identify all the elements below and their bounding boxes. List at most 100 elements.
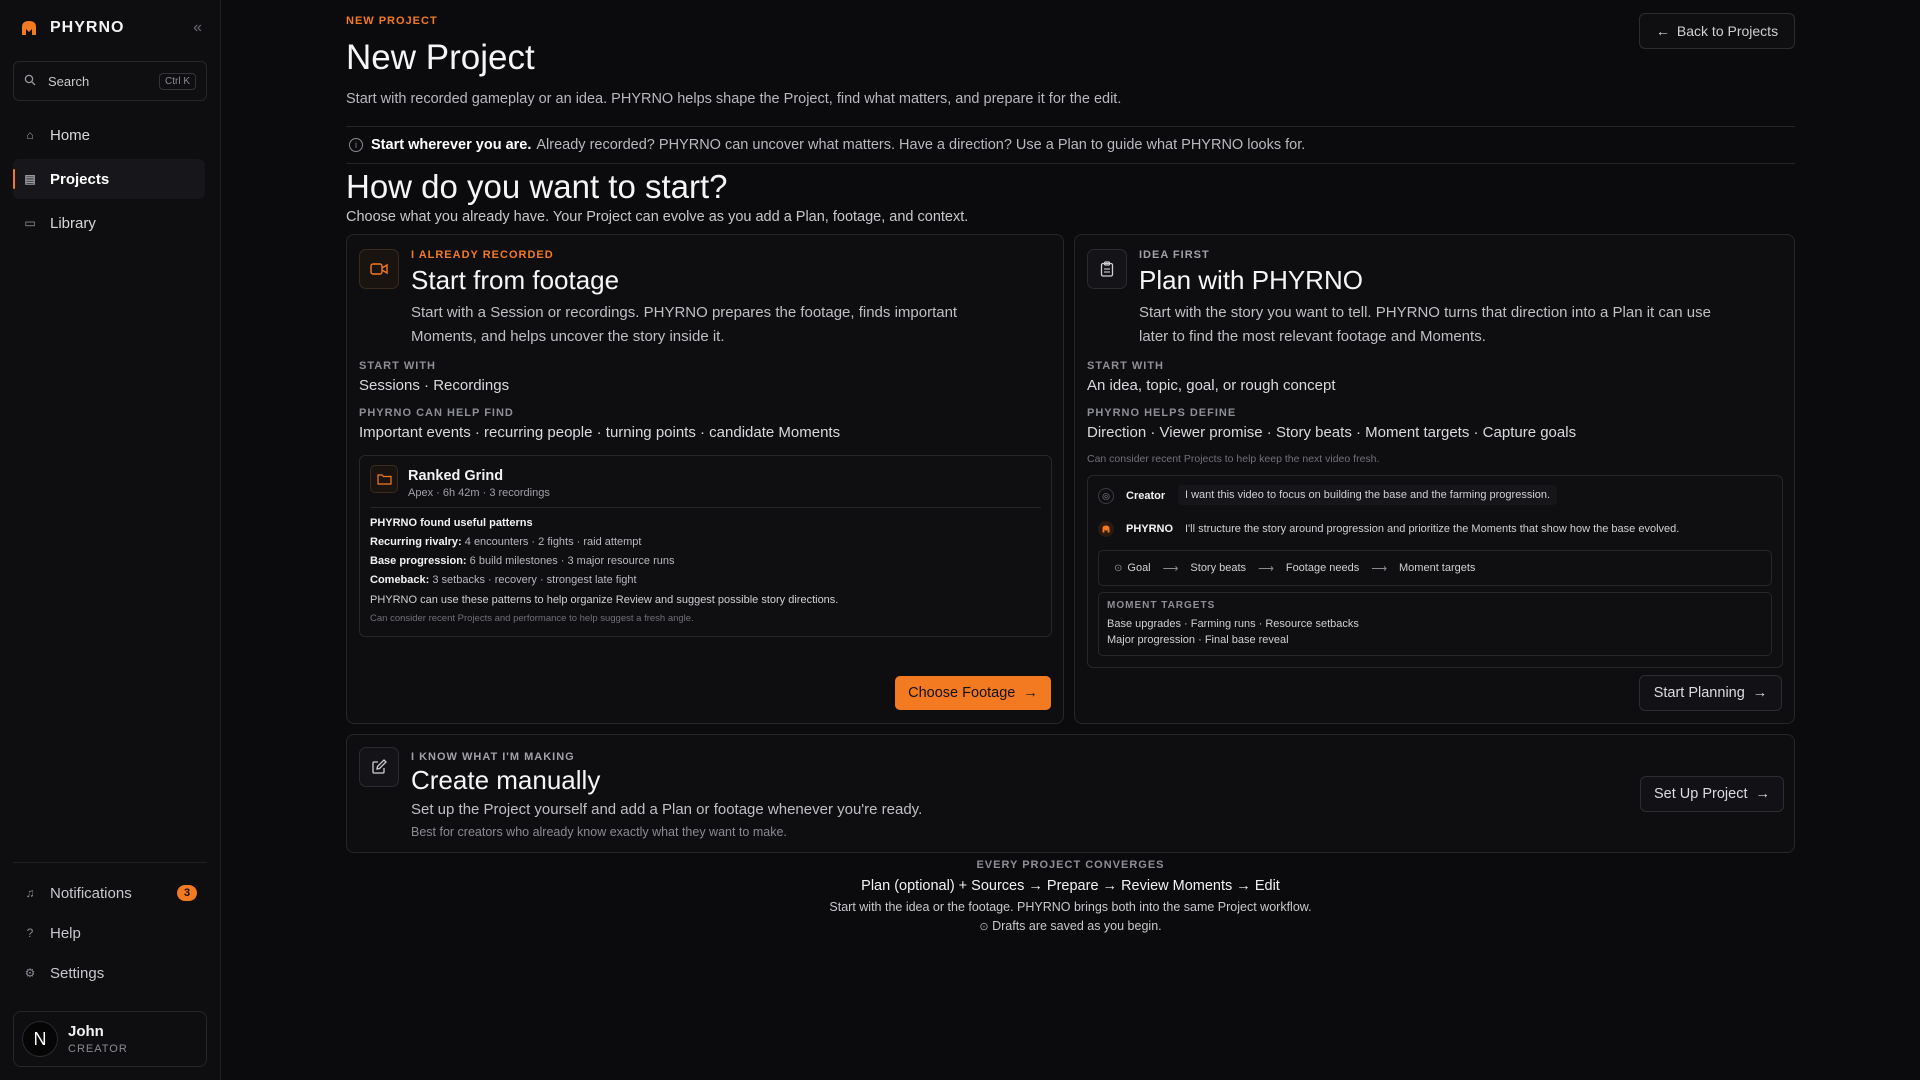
- start-planning-button[interactable]: Start Planning →: [1639, 675, 1782, 711]
- chat-speaker: PHYRNO: [1126, 523, 1174, 535]
- info-bar: i Start wherever you are. Already record…: [346, 126, 1795, 164]
- bell-icon: ♫: [25, 886, 35, 900]
- flow-step: Story beats: [1190, 562, 1247, 574]
- nav-item-label: Home: [50, 126, 91, 144]
- phyrno-logo-icon: [18, 17, 40, 39]
- arrow-right-icon: →: [1752, 685, 1768, 701]
- plan-desc-line1: Start with the story you want to tell. P…: [1139, 304, 1711, 321]
- arrow-right-icon: →: [1755, 786, 1771, 802]
- set-up-project-button[interactable]: Set Up Project →: [1640, 776, 1784, 812]
- patterns-title: PHYRNO found useful patterns: [370, 517, 533, 529]
- user-role: CREATOR: [68, 1043, 128, 1055]
- arrow-right-icon: →: [1023, 685, 1038, 701]
- patterns-note: PHYRNO can use these patterns to help or…: [370, 594, 839, 606]
- page-eyebrow: NEW PROJECT: [346, 15, 438, 27]
- search-icon: [24, 74, 38, 89]
- pattern-value: 6 build milestones · 3 major resource ru…: [469, 555, 675, 567]
- session-name: Ranked Grind: [408, 468, 504, 484]
- pattern-row: Comeback: 3 setbacks · recovery · strong…: [370, 574, 637, 586]
- chat-bubble: I want this video to focus on building t…: [1178, 485, 1558, 505]
- choose-footage-button[interactable]: Choose Footage →: [895, 676, 1051, 710]
- main-content: NEW PROJECT New Project Start with recor…: [221, 0, 1920, 1080]
- defines-label: PHYRNO HELPS DEFINE: [1087, 407, 1237, 419]
- manual-eyebrow: I KNOW WHAT I'M MAKING: [411, 751, 575, 763]
- section-title: How do you want to start?: [346, 168, 728, 205]
- phyrno-avatar-icon: [1098, 521, 1114, 537]
- nav-item-library[interactable]: ▭ Library: [13, 203, 205, 243]
- notifications-badge: 3: [177, 885, 197, 901]
- nav-item-home[interactable]: ⌂ Home: [13, 115, 205, 155]
- manual-desc: Set up the Project yourself and add a Pl…: [411, 801, 923, 818]
- brand-name: PHYRNO: [50, 19, 125, 36]
- moment-targets: MOMENT TARGETS Base upgrades · Farming r…: [1098, 592, 1772, 656]
- help-label: Help: [50, 924, 81, 942]
- footage-title: Start from footage: [411, 265, 620, 295]
- info-icon: i: [349, 138, 363, 152]
- nav-item-help[interactable]: ? Help: [13, 913, 207, 953]
- back-label: Back to Projects: [1676, 23, 1779, 39]
- library-icon: ▭: [24, 216, 36, 230]
- drafts-saved: ⊙ Drafts are saved as you begin.: [346, 919, 1795, 933]
- session-meta: Apex · 6h 42m · 3 recordings: [408, 487, 550, 499]
- start-with-label: START WITH: [359, 360, 437, 372]
- defines-value: Direction · Viewer promise · Story beats…: [1087, 424, 1577, 441]
- search-box[interactable]: Search Ctrl K: [13, 61, 207, 101]
- flow-arrow-icon: ⟶: [1371, 562, 1388, 575]
- video-camera-icon: [359, 249, 399, 289]
- plan-start-with-value: An idea, topic, goal, or rough concept: [1087, 377, 1336, 394]
- targets-label: MOMENT TARGETS: [1107, 600, 1216, 611]
- user-info: John CREATOR: [68, 1023, 128, 1055]
- pattern-row: Base progression: 6 build milestones · 3…: [370, 555, 674, 567]
- start-planning-label: Start Planning: [1653, 685, 1745, 701]
- flow-arrow-icon: ⟶: [1258, 562, 1274, 575]
- back-to-projects-button[interactable]: ← Back to Projects: [1639, 13, 1795, 49]
- info-bold: Start wherever you are.: [371, 137, 532, 153]
- search-label: Search: [48, 73, 90, 89]
- collapse-sidebar-icon[interactable]: «: [193, 19, 202, 37]
- plan-flow: ⊙ Goal ⟶ Story beats ⟶ Footage needs ⟶ M…: [1098, 550, 1772, 586]
- plan-with-phyrno-card[interactable]: IDEA FIRST Plan with PHYRNO Start with t…: [1074, 234, 1795, 724]
- settings-label: Settings: [50, 964, 105, 982]
- start-from-footage-card[interactable]: I ALREADY RECORDED Start from footage St…: [346, 234, 1064, 724]
- home-icon: ⌂: [26, 128, 34, 142]
- nav-item-label: Projects: [50, 170, 110, 188]
- help-find-value: Important events · recurring people · tu…: [359, 424, 841, 441]
- plan-title: Plan with PHYRNO: [1139, 265, 1363, 295]
- plan-hint: Can consider recent Projects to help kee…: [1087, 453, 1380, 465]
- start-with-value: Sessions · Recordings: [359, 377, 510, 394]
- user-card[interactable]: N John CREATOR: [13, 1011, 207, 1067]
- flow-step: Moment targets: [1399, 562, 1476, 574]
- info-text: Already recorded? PHYRNO can uncover wha…: [536, 137, 1306, 153]
- check-icon: ⊙: [1114, 562, 1123, 574]
- help-icon: ?: [26, 926, 34, 940]
- pattern-key: Comeback:: [370, 574, 430, 586]
- nav-item-projects[interactable]: ▤ Projects: [13, 159, 205, 199]
- nav-item-settings[interactable]: ⚙ Settings: [13, 953, 207, 993]
- creator-icon: ◎: [1098, 488, 1114, 504]
- clipboard-icon: [1087, 249, 1127, 289]
- main-nav: ⌂ Home ▤ Projects ▭ Library: [0, 115, 220, 243]
- page-title: New Project: [346, 38, 535, 77]
- page-subtitle: Start with recorded gameplay or an idea.…: [346, 91, 1122, 107]
- plan-start-with-label: START WITH: [1087, 360, 1165, 372]
- converge-label: EVERY PROJECT CONVERGES: [976, 859, 1165, 871]
- user-name: John: [68, 1023, 104, 1040]
- nav-item-notifications[interactable]: ♫ Notifications 3: [13, 873, 207, 913]
- converge-desc: Start with the idea or the footage. PHYR…: [829, 900, 1312, 914]
- plan-desc-line2: later to find the most relevant footage …: [1139, 328, 1486, 345]
- gear-icon: ⚙: [24, 966, 36, 980]
- footage-eyebrow: I ALREADY RECORDED: [411, 249, 554, 261]
- projects-icon: ▤: [24, 172, 36, 186]
- notifications-label: Notifications: [50, 884, 132, 902]
- plan-eyebrow: IDEA FIRST: [1139, 249, 1210, 261]
- flow-arrow-icon: ⟶: [1162, 562, 1179, 575]
- create-manually-card[interactable]: I KNOW WHAT I'M MAKING Create manually S…: [346, 734, 1795, 853]
- pattern-key: Recurring rivalry:: [370, 536, 462, 548]
- search-shortcut: Ctrl K: [159, 72, 196, 90]
- flow-step: Footage needs: [1285, 562, 1360, 574]
- targets-line1: Base upgrades · Farming runs · Resource …: [1107, 618, 1359, 630]
- flow-step: Goal: [1127, 562, 1151, 574]
- session-preview[interactable]: Ranked Grind Apex · 6h 42m · 3 recording…: [359, 455, 1052, 637]
- manual-hint: Best for creators who already know exact…: [411, 825, 787, 839]
- footage-desc-line2: Moments, and helps uncover the story ins…: [411, 328, 725, 345]
